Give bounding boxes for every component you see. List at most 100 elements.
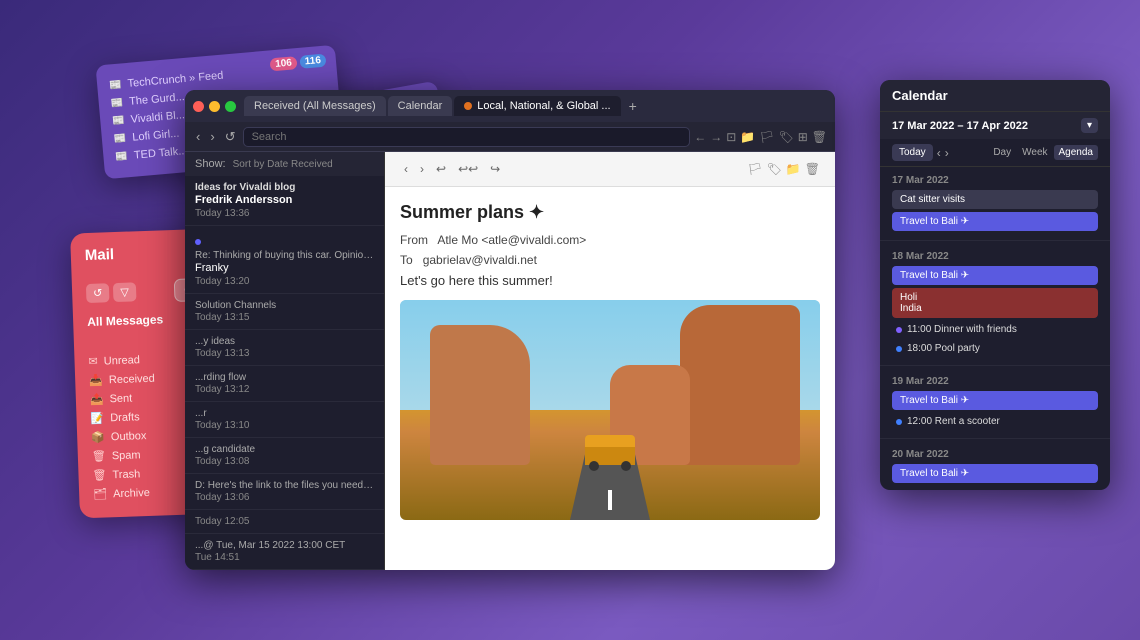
van-wheel-right [621,461,631,471]
email-fwd-btn[interactable]: ↪ [486,160,504,178]
mail-list-row-1[interactable]: Ideas for Vivaldi blog Fredrik Andersson… [185,176,384,226]
cal-dot-scooter[interactable]: 12:00 Rent a scooter [892,413,1098,430]
tab-local-label: Local, National, & Global ... [477,100,610,112]
toolbar-icon-3: ⊡ [726,130,736,144]
email-delete-btn[interactable]: 🗑 [805,162,820,176]
mail-subject-1: Ideas for Vivaldi blog [195,182,374,193]
feed-icon-5: 📰 [115,151,128,163]
van-wheel-left [589,461,599,471]
cal-event-travel-bali-1[interactable]: Travel to Bali ✈ [892,212,1098,231]
mail-subject-7: ...g candidate [195,444,374,455]
outbox-icon: 📦 [91,430,105,443]
tab-received[interactable]: Received (All Messages) [244,96,386,116]
nav-refresh-btn[interactable]: ↺ [222,129,239,145]
cal-date-18mar: 18 Mar 2022 [892,251,1098,262]
unread-dot [195,239,201,245]
mail-subject-6: ...r [195,408,374,419]
mail-list-row-2[interactable]: Re: Thinking of buying this car. Opinion… [185,226,384,294]
cal-week-btn[interactable]: Week [1017,145,1052,160]
cal-today-btn[interactable]: Today [892,144,933,161]
mail-list-row-6[interactable]: ...r Today 13:10 [185,402,384,438]
spam-icon: 🗑 [92,449,106,462]
tab-calendar[interactable]: Calendar [388,96,453,116]
mail-time-8: Today 13:06 [195,492,374,503]
trash-label: Trash [112,468,140,481]
cal-section-20mar: 20 Mar 2022 Travel to Bali ✈ [880,441,1110,490]
email-body: Summer plans ✦ From Atle Mo <atle@vivald… [385,187,835,535]
rock-right [680,305,800,465]
email-header-bar: ‹ › ↩ ↩↩ ↪ 🏳 🏷 📁 🗑 [385,152,835,187]
cal-event-cat-sitter[interactable]: Cat sitter visits [892,190,1098,209]
nav-forward-btn[interactable]: › [207,129,217,144]
email-actions: 🏳 🏷 📁 🗑 [747,162,820,176]
mail-refresh-btn[interactable]: ↺ [86,283,110,303]
mail-subject-3: Solution Channels [195,300,374,311]
mail-content-area: Show: Sort by Date Received Ideas for Vi… [185,152,835,570]
email-forward-btn[interactable]: › [416,160,428,178]
traffic-light-green[interactable] [225,101,236,112]
email-body-text: Let's go here this summer! [400,273,820,288]
mail-list-row-10[interactable]: ...@ Tue, Mar 15 2022 13:00 CET Tue 14:5… [185,534,384,570]
received-label: Received [109,372,155,386]
tab-local-national[interactable]: Local, National, & Global ... [454,96,620,116]
cal-next-btn[interactable]: › [945,146,949,160]
search-input[interactable] [243,127,691,147]
email-viewer: ‹ › ↩ ↩↩ ↪ 🏳 🏷 📁 🗑 Summer plans ✦ From A… [385,152,835,570]
cal-section-19mar: 19 Mar 2022 Travel to Bali ✈ 12:00 Rent … [880,368,1110,436]
email-move-btn[interactable]: 📁 [786,162,801,176]
cal-event-travel-bali-3[interactable]: Travel to Bali ✈ [892,391,1098,410]
divider-3 [880,438,1110,439]
cal-range-dropdown-btn[interactable]: ▾ [1081,118,1098,133]
email-reply-btn[interactable]: ↩ [432,160,450,178]
tab-add-button[interactable]: + [623,98,643,114]
mail-filter-btn[interactable]: ▽ [113,282,136,302]
cal-date-20mar: 20 Mar 2022 [892,449,1098,460]
cal-scooter-label: 12:00 Rent a scooter [907,416,1000,427]
cal-event-travel-bali-4[interactable]: Travel to Bali ✈ [892,464,1098,483]
sort-label: Sort by Date Received [233,159,333,170]
traffic-light-red[interactable] [193,101,204,112]
road-line [608,490,612,510]
tab-received-label: Received (All Messages) [254,100,376,112]
email-back-btn[interactable]: ‹ [400,160,412,178]
toolbar-icon-1: ← [694,130,706,144]
toolbar-icon-6: 🏷 [778,130,793,144]
divider-1 [880,240,1110,241]
cal-prev-btn[interactable]: ‹ [937,146,941,160]
drafts-icon: 📝 [90,412,104,425]
cal-agenda-btn[interactable]: Agenda [1054,145,1098,160]
mail-time-7: Today 13:08 [195,456,374,467]
nav-back-btn[interactable]: ‹ [193,129,203,144]
mail-list-row-8[interactable]: D: Here's the link to the files you need… [185,474,384,510]
mail-time-9: Today 12:05 [195,516,374,527]
cal-event-holi[interactable]: Holi India [892,288,1098,318]
rock-left [430,325,530,465]
email-flag-btn[interactable]: 🏳 [747,162,762,176]
toolbar-icon-2: → [710,130,722,144]
browser-window: Received (All Messages) Calendar Local, … [185,90,835,570]
calendar-panel: Calendar 17 Mar 2022 – 17 Apr 2022 ▾ Tod… [880,80,1110,490]
mail-sidebar-header: Show: Sort by Date Received [185,152,384,176]
mail-list-row-7[interactable]: ...g candidate Today 13:08 [185,438,384,474]
mail-list-row-3[interactable]: Solution Channels Today 13:15 [185,294,384,330]
dot-blue-pool [896,346,902,352]
feeds-badge-1: 106 [270,56,298,71]
traffic-light-yellow[interactable] [209,101,220,112]
archive-icon: 🗂 [93,487,107,500]
cal-dot-dinner[interactable]: 11:00 Dinner with friends [892,321,1098,338]
feed-label-2: The Gurd... [129,91,185,108]
mail-list-row-9[interactable]: Today 12:05 [185,510,384,534]
mail-list-row-5[interactable]: ...rding flow Today 13:12 [185,366,384,402]
cal-event-travel-bali-2[interactable]: Travel to Bali ✈ [892,266,1098,285]
feeds-badge-2: 116 [299,54,326,69]
calendar-title: Calendar [892,88,1098,103]
cal-day-btn[interactable]: Day [988,145,1016,160]
mail-time-1: Today 13:36 [195,208,374,219]
cal-section-17mar: 17 Mar 2022 Cat sitter visits Travel to … [880,167,1110,238]
mail-list-row-4[interactable]: ...y ideas Today 13:13 [185,330,384,366]
unread-label: Unread [104,354,140,367]
email-tag-btn[interactable]: 🏷 [767,162,782,176]
cal-dot-pool[interactable]: 18:00 Pool party [892,340,1098,357]
trash-icon: 🗑 [92,468,106,481]
email-reply-all-btn[interactable]: ↩↩ [454,160,482,178]
